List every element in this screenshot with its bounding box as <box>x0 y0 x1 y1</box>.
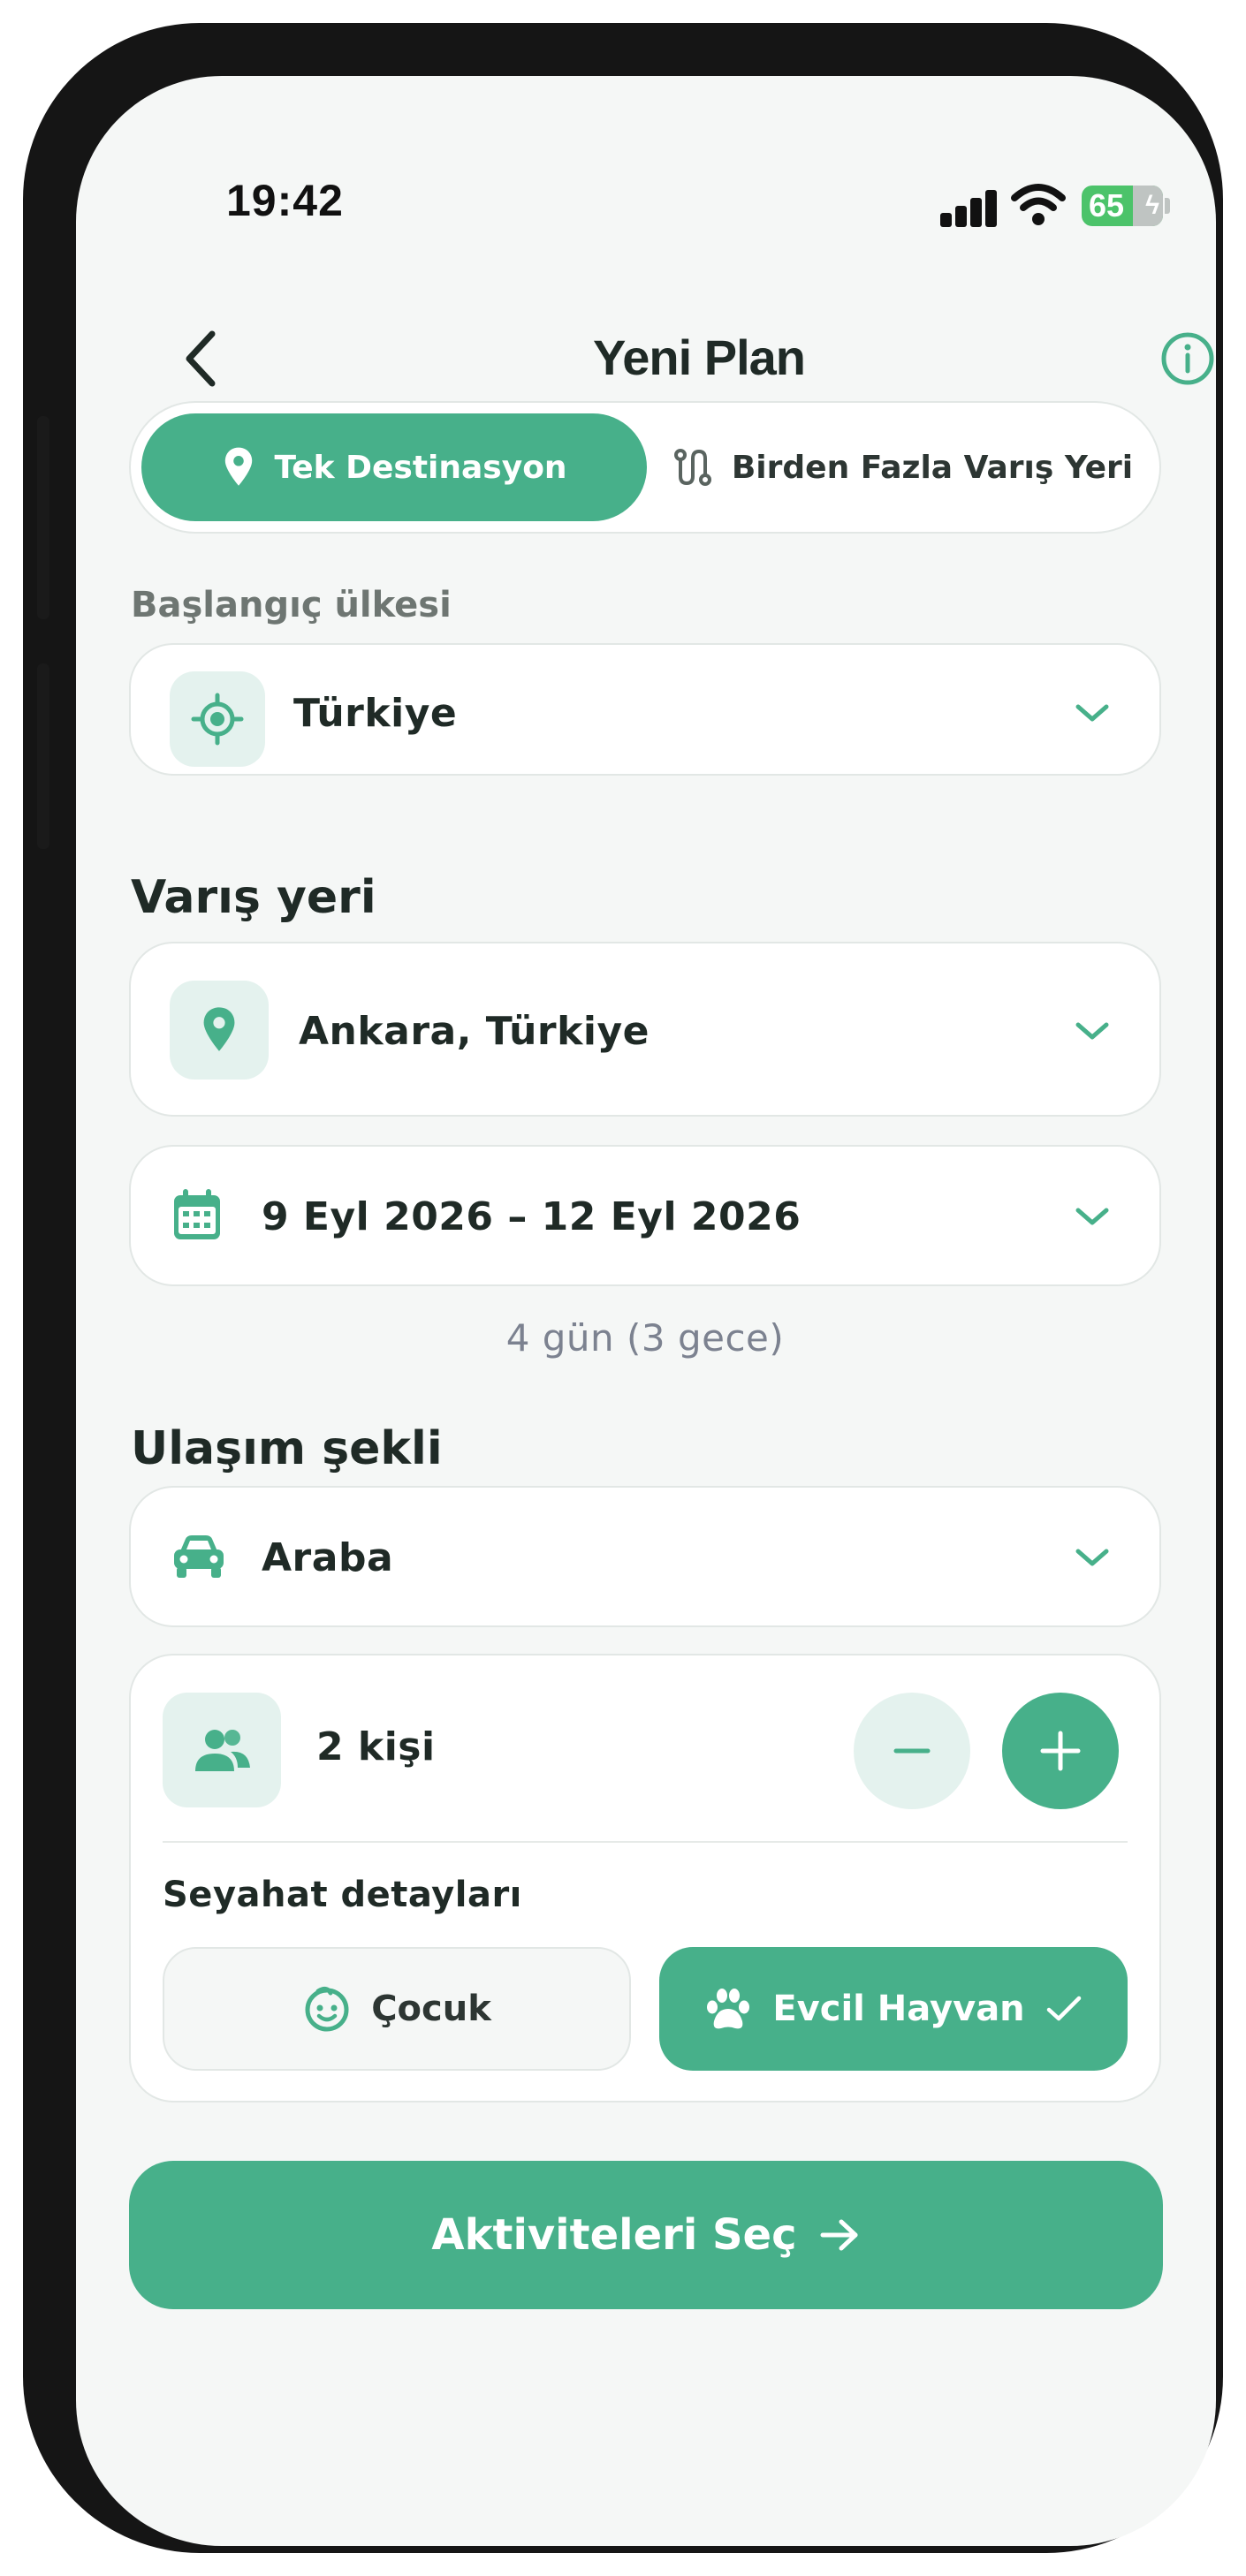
back-chevron-icon[interactable] <box>175 323 228 394</box>
checkmark-icon <box>1046 1996 1081 2021</box>
volume-down-button <box>37 663 49 849</box>
paw-icon <box>707 1989 750 2029</box>
transport-section-title: Ulaşım şekli <box>131 1422 443 1475</box>
destination-select[interactable]: Ankara, Türkiye <box>129 942 1161 1117</box>
battery-nub <box>1165 198 1170 214</box>
travelers-divider <box>163 1841 1128 1843</box>
travel-details-label: Seyahat detayları <box>163 1875 522 1915</box>
tab-multiple-destinations[interactable]: Birden Fazla Varış Yeri <box>652 413 1152 521</box>
chevron-down-icon <box>1075 1549 1109 1566</box>
chevron-down-icon <box>1075 704 1109 722</box>
destination-section-title: Varış yeri <box>131 871 376 924</box>
origin-icon-tile <box>170 671 265 767</box>
transport-value: Araba <box>262 1535 394 1580</box>
signal-icon <box>940 188 999 227</box>
status-time: 19:42 <box>226 176 344 225</box>
tab-single-destination-label: Tek Destinasyon <box>274 449 567 486</box>
location-pin-icon <box>203 1007 235 1051</box>
destination-value: Ankara, Türkiye <box>299 1009 650 1054</box>
select-activities-label: Aktiviteleri Seç <box>431 2210 797 2260</box>
pet-option-label: Evcil Hayvan <box>772 1989 1025 2029</box>
origin-select[interactable]: Türkiye <box>129 643 1161 776</box>
tab-multiple-destinations-label: Birden Fazla Varış Yeri <box>731 449 1134 486</box>
plus-icon <box>1040 1731 1081 1771</box>
trip-duration: 4 gün (3 gece) <box>505 1316 785 1360</box>
calendar-icon <box>174 1189 220 1239</box>
tab-single-destination[interactable]: Tek Destinasyon <box>141 413 647 521</box>
phone-frame: 19:42 65 ϟ Yeni Plan Tek Destinasyon Bir… <box>23 23 1223 2553</box>
destination-icon-tile <box>170 981 269 1080</box>
arrow-right-icon <box>820 2219 858 2251</box>
screen: 19:42 65 ϟ Yeni Plan Tek Destinasyon Bir… <box>76 76 1216 2546</box>
pet-option[interactable]: Evcil Hayvan <box>659 1947 1128 2071</box>
info-icon[interactable] <box>1159 330 1216 387</box>
travelers-count: 2 kişi <box>316 1724 436 1769</box>
people-icon <box>195 1730 250 1771</box>
select-activities-button[interactable]: Aktiviteleri Seç <box>129 2161 1163 2309</box>
charging-bolt-icon: ϟ <box>1145 191 1159 220</box>
child-option-label: Çocuk <box>371 1989 491 2029</box>
trip-type-segment: Tek Destinasyon Birden Fazla Varış Yeri <box>129 401 1161 534</box>
people-icon-tile <box>163 1693 281 1807</box>
target-icon <box>191 693 244 746</box>
wifi-icon <box>1011 184 1066 225</box>
minus-icon <box>893 1748 931 1754</box>
location-pin-icon <box>225 447 253 486</box>
chevron-down-icon <box>1075 1208 1109 1225</box>
increment-travelers-button[interactable] <box>1002 1693 1119 1809</box>
battery-level: 65 <box>1089 187 1125 224</box>
battery-indicator: 65 ϟ <box>1082 186 1163 226</box>
page-title: Yeni Plan <box>593 330 806 385</box>
chevron-down-icon <box>1075 1022 1109 1040</box>
route-icon <box>673 449 711 486</box>
transport-select[interactable]: Araba <box>129 1486 1161 1627</box>
origin-label: Başlangıç ülkesi <box>131 585 452 625</box>
date-range-select[interactable]: 9 Eyl 2026 – 12 Eyl 2026 <box>129 1145 1161 1286</box>
date-range-value: 9 Eyl 2026 – 12 Eyl 2026 <box>262 1194 802 1239</box>
origin-value: Türkiye <box>293 691 458 736</box>
decrement-travelers-button[interactable] <box>854 1693 970 1809</box>
child-face-icon <box>305 1986 349 2032</box>
volume-up-button <box>37 416 49 619</box>
car-icon <box>174 1535 224 1578</box>
child-option[interactable]: Çocuk <box>163 1947 631 2071</box>
